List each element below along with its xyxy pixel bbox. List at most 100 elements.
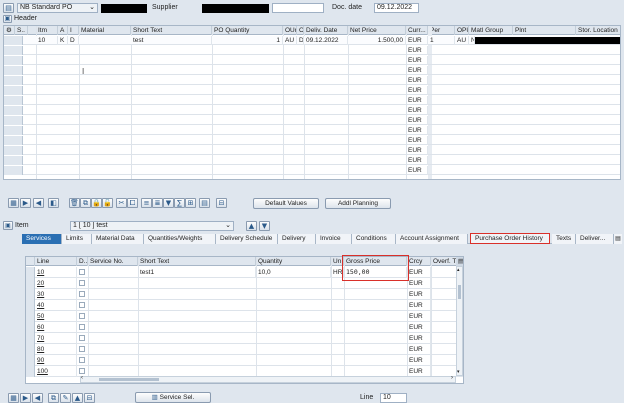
col-line[interactable]: Line bbox=[35, 257, 77, 266]
col-oun[interactable]: OUn bbox=[283, 26, 297, 35]
table-row[interactable]: 90 EUR bbox=[26, 355, 463, 366]
lock-icon[interactable]: 🔒 bbox=[91, 198, 102, 208]
row-selector[interactable] bbox=[4, 36, 23, 45]
table-row[interactable]: EUR bbox=[4, 56, 620, 65]
row-selector[interactable] bbox=[4, 126, 23, 135]
deletion-checkbox[interactable] bbox=[79, 302, 85, 308]
row-selector[interactable] bbox=[26, 267, 35, 278]
service-currency[interactable]: EUR bbox=[407, 322, 431, 333]
tab-list-icon[interactable]: ▤ bbox=[614, 234, 622, 244]
deletion-checkbox[interactable] bbox=[79, 357, 85, 363]
col-po-quantity[interactable]: PO Quantity bbox=[212, 26, 283, 35]
item-category-a[interactable]: K bbox=[58, 36, 68, 45]
line-field[interactable]: 10 bbox=[380, 393, 407, 403]
row-selector[interactable] bbox=[26, 344, 35, 355]
supplier-name-field[interactable] bbox=[272, 3, 324, 13]
service-currency[interactable]: EUR bbox=[407, 333, 431, 344]
row-selector[interactable] bbox=[26, 311, 35, 322]
row-selector[interactable] bbox=[26, 278, 35, 289]
deletion-checkbox[interactable] bbox=[79, 335, 85, 341]
doc-date-field[interactable]: 09.12.2022 bbox=[374, 3, 419, 13]
scroll-right-icon[interactable]: › bbox=[451, 375, 453, 381]
tab-delivery-schedule[interactable]: Delivery Schedule bbox=[216, 234, 278, 244]
row-selector[interactable] bbox=[26, 300, 35, 311]
unlock-icon[interactable]: 🔓 bbox=[102, 198, 113, 208]
scroll-left-icon[interactable]: ‹ bbox=[81, 375, 83, 381]
table-row[interactable]: EUR bbox=[4, 136, 620, 145]
sum-icon[interactable]: ∑ bbox=[174, 198, 185, 208]
cut-icon[interactable]: ✂ bbox=[116, 198, 127, 208]
tab-conditions[interactable]: Conditions bbox=[352, 234, 396, 244]
print-icon[interactable]: ⊟ bbox=[216, 198, 227, 208]
item-curr[interactable]: EUR bbox=[406, 156, 428, 165]
row-selector[interactable] bbox=[4, 86, 23, 95]
deletion-checkbox[interactable] bbox=[79, 269, 85, 275]
item-curr[interactable]: EUR bbox=[406, 86, 428, 95]
service-line[interactable]: 30 bbox=[35, 289, 77, 300]
table-row[interactable]: 40 EUR bbox=[26, 300, 463, 311]
row-selector[interactable] bbox=[4, 106, 23, 115]
delete-icon[interactable]: 🗑 bbox=[69, 198, 80, 208]
service-currency[interactable]: EUR bbox=[407, 344, 431, 355]
table-row[interactable]: EUR bbox=[4, 66, 620, 75]
row-selector[interactable] bbox=[4, 116, 23, 125]
tab-deliver-more[interactable]: Deliver... bbox=[576, 234, 614, 244]
deletion-checkbox[interactable] bbox=[79, 280, 85, 286]
expand-header-icon[interactable]: ▣ bbox=[3, 15, 12, 23]
service-line[interactable]: 60 bbox=[35, 322, 77, 333]
table-row[interactable]: 50 EUR bbox=[26, 311, 463, 322]
deletion-checkbox[interactable] bbox=[79, 313, 85, 319]
row-selector[interactable] bbox=[4, 156, 23, 165]
item-short-text[interactable]: test bbox=[131, 36, 212, 45]
item-curr[interactable]: EUR bbox=[406, 46, 428, 55]
tab-quantities-weights[interactable]: Quantities/Weights bbox=[144, 234, 216, 244]
document-icon[interactable]: ▤ bbox=[3, 3, 14, 13]
row-selector[interactable] bbox=[26, 355, 35, 366]
item-curr[interactable]: EUR bbox=[406, 96, 428, 105]
item-curr[interactable]: EUR bbox=[406, 116, 428, 125]
service-line[interactable]: 70 bbox=[35, 333, 77, 344]
duplicate-icon[interactable]: ⧉ bbox=[80, 198, 91, 208]
expand-icon[interactable]: ▶ bbox=[20, 198, 31, 208]
service-line[interactable]: 90 bbox=[35, 355, 77, 366]
item-oun[interactable]: AU bbox=[283, 36, 297, 45]
service-currency[interactable]: EUR bbox=[407, 355, 431, 366]
col-short-text[interactable]: Short Text bbox=[131, 26, 212, 35]
row-selector[interactable] bbox=[4, 96, 23, 105]
col-stor-location[interactable]: Stor. Location bbox=[576, 26, 620, 35]
col-matl-group[interactable]: Matl Group bbox=[469, 26, 513, 35]
filter-icon[interactable]: ▼ bbox=[163, 198, 174, 208]
col-a[interactable]: A bbox=[58, 26, 68, 35]
table-settings-icon[interactable]: ▤ bbox=[456, 257, 463, 266]
item-curr[interactable]: EUR bbox=[406, 146, 428, 155]
duplicate-icon[interactable]: ⧉ bbox=[48, 393, 59, 403]
service-currency[interactable]: EUR bbox=[407, 311, 431, 322]
tab-invoice[interactable]: Invoice bbox=[316, 234, 352, 244]
col-i[interactable]: I bbox=[68, 26, 79, 35]
table-row[interactable]: EUR bbox=[4, 86, 620, 95]
item-curr[interactable]: EUR bbox=[406, 76, 428, 85]
service-line[interactable]: 20 bbox=[35, 278, 77, 289]
subtotal-icon[interactable]: ⊞ bbox=[185, 198, 196, 208]
row-selector[interactable] bbox=[26, 289, 35, 300]
table-icon[interactable]: ▦ bbox=[8, 198, 19, 208]
next-item-icon[interactable]: ▼ bbox=[259, 221, 270, 231]
collapse-icon[interactable]: ◀ bbox=[33, 198, 44, 208]
col-net-price[interactable]: Net Price bbox=[348, 26, 406, 35]
item-curr[interactable]: EUR bbox=[406, 66, 428, 75]
doc-type-select[interactable]: NB Standard PO ⌄ bbox=[17, 3, 98, 13]
paste-icon[interactable]: ⧠ bbox=[127, 198, 138, 208]
item-curr[interactable]: EUR bbox=[406, 136, 428, 145]
table-row[interactable]: EUR bbox=[4, 76, 620, 85]
row-select-all[interactable] bbox=[26, 257, 35, 266]
row-selector[interactable] bbox=[26, 333, 35, 344]
col-plnt[interactable]: Plnt bbox=[513, 26, 576, 35]
collapse-icon[interactable]: ◀ bbox=[32, 393, 43, 403]
addl-planning-button[interactable]: Addl Planning bbox=[325, 198, 391, 209]
col-deliv-date[interactable]: Deliv. Date bbox=[304, 26, 348, 35]
item-category-i[interactable]: D bbox=[68, 36, 79, 45]
row-selector[interactable] bbox=[4, 136, 23, 145]
default-values-button[interactable]: Default Values bbox=[253, 198, 319, 209]
service-line[interactable]: 40 bbox=[35, 300, 77, 311]
copy-row-icon[interactable]: ◧ bbox=[48, 198, 59, 208]
